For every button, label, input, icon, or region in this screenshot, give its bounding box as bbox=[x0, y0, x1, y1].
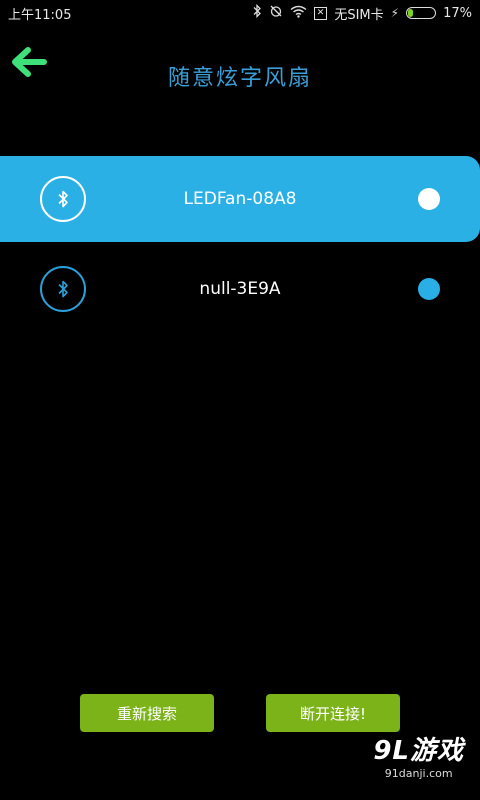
disconnect-button[interactable]: 断开连接! bbox=[266, 694, 400, 732]
no-sim-icon: ✕ bbox=[313, 6, 328, 20]
device-item-null[interactable]: null-3E9A bbox=[0, 246, 480, 332]
battery-fill bbox=[408, 9, 413, 17]
charging-icon: ⚡ bbox=[390, 6, 400, 20]
battery-icon bbox=[406, 7, 437, 19]
watermark-url: 91danji.com bbox=[384, 767, 453, 780]
watermark-logo: 9L游戏 91danji.com bbox=[373, 730, 464, 780]
device-item-ledfan[interactable]: LEDFan-08A8 bbox=[0, 156, 480, 242]
device-name: null-3E9A bbox=[199, 279, 281, 299]
device-status-dot bbox=[418, 278, 440, 300]
page-title: 随意炫字风扇 bbox=[167, 66, 312, 91]
device-selected-dot bbox=[418, 188, 440, 210]
alarm-muted-icon bbox=[269, 4, 283, 22]
sim-status-text: 无SIM卡 bbox=[334, 7, 384, 23]
status-icons: ✕ 无SIM卡 ⚡ 17% bbox=[252, 3, 472, 23]
watermark-main: 9L游戏 bbox=[373, 736, 464, 766]
battery-percent: 17% bbox=[443, 5, 472, 21]
device-name: LEDFan-08A8 bbox=[183, 189, 297, 209]
bluetooth-status-icon bbox=[252, 3, 262, 22]
wifi-icon bbox=[290, 5, 307, 22]
status-bar: 上午11:05 ✕ 无SIM卡 ⚡ 17% bbox=[0, 0, 480, 26]
status-time: 上午11:05 bbox=[8, 7, 72, 23]
rescan-button[interactable]: 重新搜索 bbox=[80, 694, 214, 732]
